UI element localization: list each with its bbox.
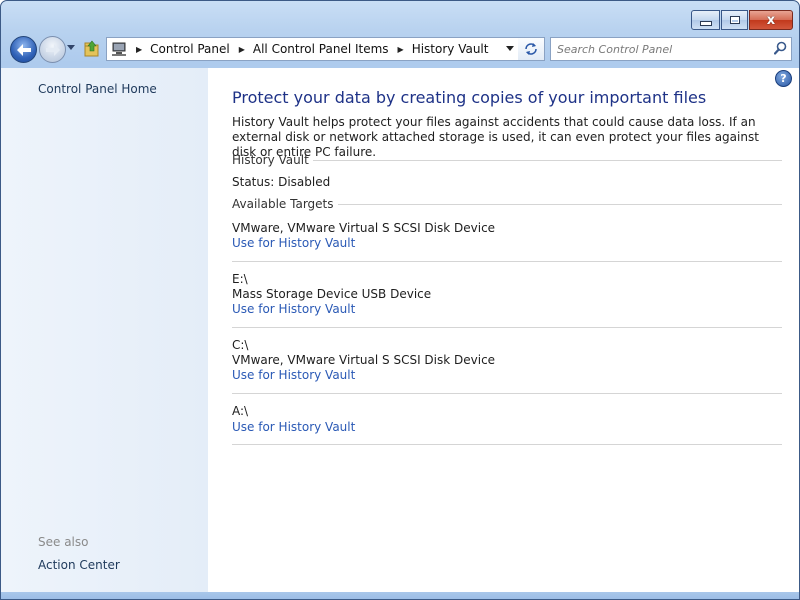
breadcrumb-separator-icon[interactable]: ▶ — [136, 45, 142, 54]
use-for-history-vault-link[interactable]: Use for History Vault — [232, 420, 782, 435]
search-icon[interactable] — [774, 41, 787, 55]
search-input[interactable] — [557, 40, 762, 58]
target-item: A:\ Use for History Vault — [232, 404, 782, 435]
target-drive: A:\ — [232, 404, 249, 418]
window-border — [1, 592, 799, 599]
target-item: E:\ Mass Storage Device USB Device Use f… — [232, 272, 782, 317]
history-vault-section: History Vault — [232, 153, 782, 167]
close-icon: x — [766, 12, 776, 28]
task-pane: Control Panel Home See also Action Cente… — [1, 68, 208, 592]
search-box[interactable] — [550, 37, 792, 61]
section-title: Available Targets — [232, 197, 334, 211]
refresh-icon — [525, 43, 537, 55]
target-device: VMware, VMware Virtual S SCSI Disk Devic… — [232, 221, 496, 235]
caption-buttons: x — [690, 10, 793, 30]
available-targets-section: Available Targets — [232, 197, 782, 211]
maximize-button[interactable] — [721, 10, 748, 30]
back-button[interactable] — [10, 36, 37, 63]
navigation-bar: ▶ Control Panel ▶ All Control Panel Item… — [1, 34, 799, 64]
maximize-icon — [729, 16, 740, 24]
breadcrumb: ▶ Control Panel ▶ All Control Panel Item… — [127, 42, 488, 56]
target-item: C:\ VMware, VMware Virtual S SCSI Disk D… — [232, 338, 782, 383]
help-icon[interactable]: ? — [775, 70, 792, 87]
recent-pages-icon[interactable] — [67, 45, 75, 50]
breadcrumb-history-vault[interactable]: History Vault — [412, 42, 489, 56]
use-for-history-vault-link[interactable]: Use for History Vault — [232, 368, 782, 383]
divider — [232, 261, 782, 262]
up-folder-icon[interactable] — [84, 40, 100, 57]
forward-arrow-icon — [45, 43, 60, 56]
breadcrumb-separator-icon[interactable]: ▶ — [239, 45, 245, 54]
forward-button[interactable] — [39, 36, 66, 63]
breadcrumb-control-panel[interactable]: Control Panel — [150, 42, 230, 56]
action-center-link[interactable]: Action Center — [38, 558, 120, 572]
divider — [337, 203, 782, 205]
use-for-history-vault-link[interactable]: Use for History Vault — [232, 236, 782, 251]
address-dropdown-icon[interactable] — [506, 46, 514, 51]
use-for-history-vault-link[interactable]: Use for History Vault — [232, 302, 782, 317]
target-drive: E:\ — [232, 272, 248, 286]
status-text: Status: Disabled — [232, 175, 331, 189]
see-also-label: See also — [38, 535, 89, 549]
divider — [232, 393, 782, 394]
divider — [312, 159, 782, 161]
divider — [232, 327, 782, 328]
back-arrow-icon — [16, 43, 31, 56]
section-title: History Vault — [232, 153, 309, 167]
divider — [232, 444, 782, 445]
refresh-button[interactable] — [518, 37, 545, 61]
target-device: VMware, VMware Virtual S SCSI Disk Devic… — [232, 353, 496, 367]
target-device: Mass Storage Device USB Device — [232, 287, 432, 301]
close-button[interactable]: x — [749, 10, 793, 30]
control-panel-home-link[interactable]: Control Panel Home — [38, 82, 157, 96]
breadcrumb-all-items[interactable]: All Control Panel Items — [253, 42, 389, 56]
minimize-icon — [699, 20, 712, 26]
computer-icon — [112, 42, 126, 56]
target-item: VMware, VMware Virtual S SCSI Disk Devic… — [232, 221, 782, 251]
breadcrumb-separator-icon[interactable]: ▶ — [398, 45, 404, 54]
window: x ▶ Control Panel ▶ All Control Panel It… — [0, 0, 800, 600]
minimize-button[interactable] — [691, 10, 720, 30]
address-bar[interactable]: ▶ Control Panel ▶ All Control Panel Item… — [106, 37, 520, 61]
page-title: Protect your data by creating copies of … — [232, 88, 707, 107]
content-area: Control Panel Home See also Action Cente… — [1, 68, 799, 592]
target-drive: C:\ — [232, 338, 249, 352]
